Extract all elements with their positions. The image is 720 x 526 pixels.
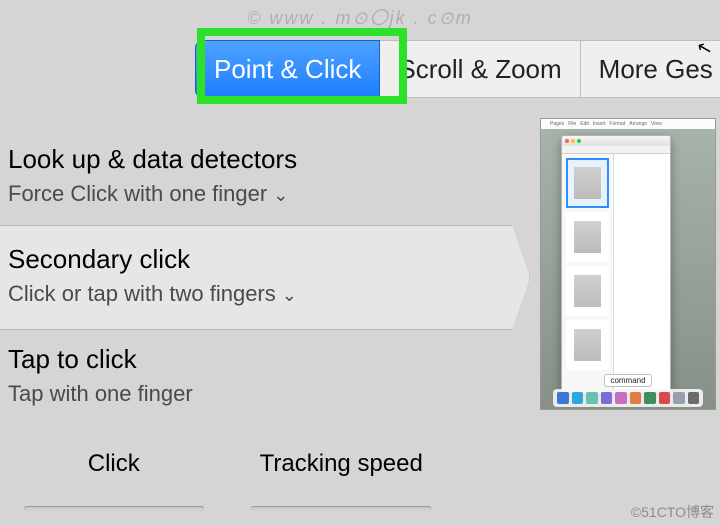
click-slider-block: Click xyxy=(24,450,204,511)
preview-thumb xyxy=(566,158,609,208)
option-secondary-sub[interactable]: Click or tap with two fingers ⌄ xyxy=(8,281,492,307)
menubar-item: Insert xyxy=(593,121,606,127)
traffic-light-min-icon xyxy=(571,139,575,143)
menubar-item: Edit xyxy=(580,121,589,127)
preview-menubar: Pages File Edit Insert Format Arrange Vi… xyxy=(541,119,715,129)
watermark-top: © www . m⊙〇jk . c⊙m xyxy=(0,4,720,30)
option-secondary-title: Secondary click xyxy=(8,244,492,275)
preview-thumb xyxy=(566,212,609,262)
chevron-down-icon: ⌄ xyxy=(282,285,297,306)
preview-sidebar xyxy=(562,154,614,392)
preview-dock xyxy=(553,389,703,407)
tracking-slider-block: Tracking speed xyxy=(251,450,431,511)
traffic-light-max-icon xyxy=(577,139,581,143)
menubar-item: View xyxy=(651,121,662,127)
trackpad-tabs: Point & Click Scroll & Zoom More Ges xyxy=(195,40,720,98)
click-slider-label: Click xyxy=(24,450,204,478)
option-secondary-click[interactable]: Secondary click Click or tap with two fi… xyxy=(0,225,500,330)
menubar-item: Format xyxy=(609,121,625,127)
option-lookup-sub-text: Force Click with one finger xyxy=(8,181,267,207)
dock-app-icon xyxy=(630,392,642,404)
dock-app-icon xyxy=(659,392,671,404)
menubar-item: Pages xyxy=(550,121,564,127)
preview-toolbar xyxy=(562,146,670,154)
preview-dock-wrap: command xyxy=(541,374,715,409)
tab-scroll-zoom[interactable]: Scroll & Zoom xyxy=(380,40,580,98)
preview-window xyxy=(561,135,671,393)
preview-content xyxy=(614,154,670,392)
preview-thumb xyxy=(566,320,609,370)
option-secondary-sub-text: Click or tap with two fingers xyxy=(8,281,276,307)
dock-app-icon xyxy=(673,392,685,404)
dock-tooltip: command xyxy=(604,374,651,387)
menubar-item: File xyxy=(568,121,576,127)
gesture-options: Look up & data detectors Force Click wit… xyxy=(0,130,500,425)
tracking-slider[interactable] xyxy=(251,506,431,511)
option-tap-sub: Tap with one finger xyxy=(8,381,492,407)
option-tap-sub-text: Tap with one finger xyxy=(8,381,193,407)
dock-app-icon xyxy=(601,392,613,404)
dock-app-icon xyxy=(586,392,598,404)
dock-app-icon xyxy=(572,392,584,404)
traffic-light-close-icon xyxy=(565,139,569,143)
sliders-row: Click Tracking speed xyxy=(0,450,455,511)
gesture-preview: Pages File Edit Insert Format Arrange Vi… xyxy=(540,118,716,410)
option-lookup-title: Look up & data detectors xyxy=(8,144,492,175)
preview-titlebar xyxy=(562,136,670,146)
dock-app-icon xyxy=(615,392,627,404)
option-tap-title: Tap to click xyxy=(8,344,492,375)
preview-thumb xyxy=(566,266,609,316)
option-tap-to-click[interactable]: Tap to click Tap with one finger xyxy=(0,330,500,425)
menubar-item: Arrange xyxy=(629,121,647,127)
tab-point-click[interactable]: Point & Click xyxy=(195,40,380,98)
dock-app-icon xyxy=(688,392,700,404)
dock-app-icon xyxy=(644,392,656,404)
tracking-slider-label: Tracking speed xyxy=(251,450,431,478)
chevron-down-icon: ⌄ xyxy=(273,185,288,206)
option-lookup-sub[interactable]: Force Click with one finger ⌄ xyxy=(8,181,492,207)
click-slider[interactable] xyxy=(24,506,204,511)
dock-app-icon xyxy=(557,392,569,404)
watermark-bottom: ©51CTO博客 xyxy=(631,502,714,522)
option-lookup[interactable]: Look up & data detectors Force Click wit… xyxy=(0,130,500,225)
